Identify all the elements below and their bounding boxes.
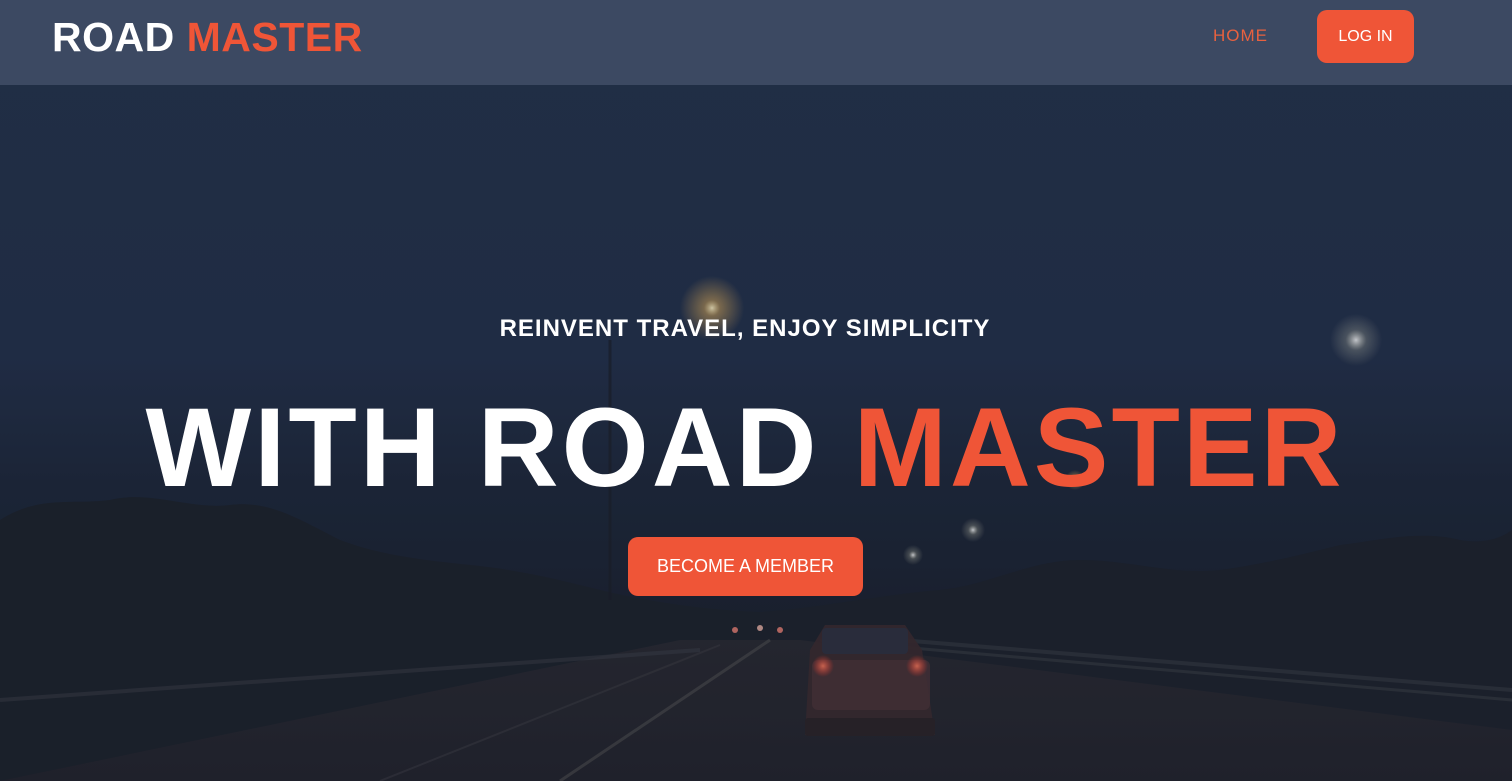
nav-home-link[interactable]: HOME (1213, 26, 1268, 46)
brand-logo-road: ROAD (52, 14, 175, 60)
hero-title-white: WITH ROAD (145, 385, 820, 510)
brand-logo-master: MASTER (186, 14, 363, 60)
hero-subtitle: REINVENT TRAVEL, ENJOY SIMPLICITY (499, 315, 991, 342)
landing-page: ROAD MASTER HOME LOG IN REINVENT TRAVEL,… (0, 0, 1512, 781)
login-button[interactable]: LOG IN (1317, 10, 1414, 63)
brand-logo[interactable]: ROAD MASTER (52, 14, 363, 60)
hero-title-orange: MASTER (853, 385, 1345, 510)
become-member-button[interactable]: BECOME A MEMBER (628, 537, 863, 596)
navbar: ROAD MASTER HOME LOG IN (0, 0, 1512, 85)
hero-title: WITH ROAD MASTER (0, 388, 1490, 508)
